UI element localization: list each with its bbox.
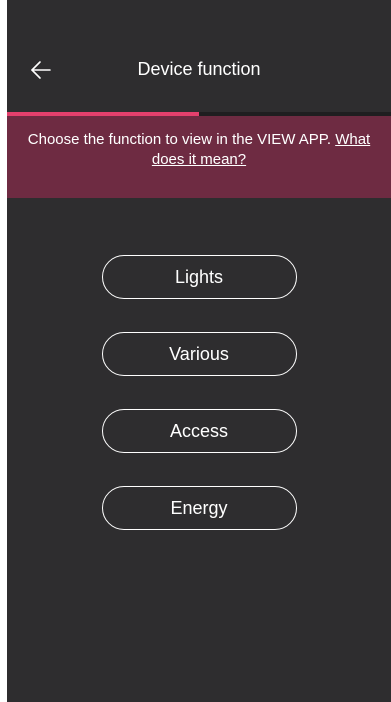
banner-text: Choose the function to view in the VIEW … (27, 131, 332, 148)
function-options: Lights Various Access Energy (7, 255, 391, 563)
energy-button[interactable]: Energy (101, 486, 297, 530)
app-screen: Device function Choose the function to v… (7, 0, 391, 702)
info-banner: Choose the function to view in the VIEW … (7, 116, 391, 198)
lights-button[interactable]: Lights (101, 255, 297, 299)
header: Device function (7, 0, 391, 112)
access-button[interactable]: Access (101, 409, 297, 453)
page-title: Device function (137, 59, 261, 79)
various-button[interactable]: Various (101, 332, 297, 376)
